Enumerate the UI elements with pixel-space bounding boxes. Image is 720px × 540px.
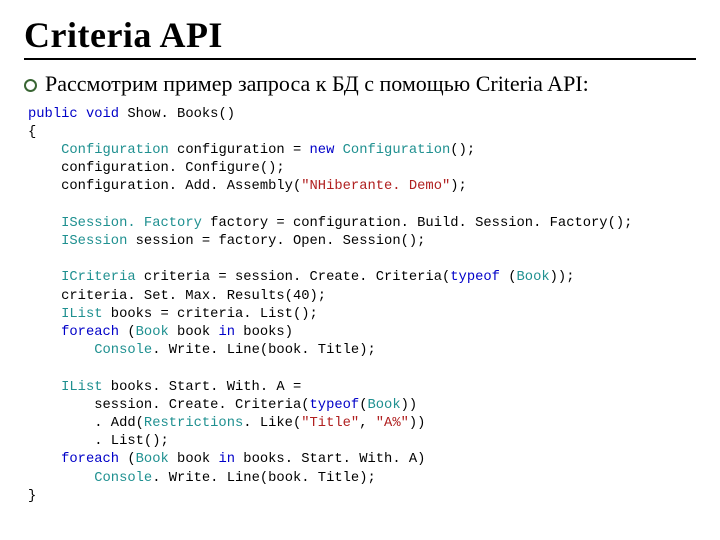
divider [24, 58, 696, 60]
txt: configuration = [169, 143, 310, 158]
txt: (); [450, 143, 475, 158]
type-book2: Book [136, 325, 169, 340]
slide: Criteria API Рассмотрим пример запроса к… [0, 0, 720, 524]
txt: books. Start. With. A) [235, 452, 425, 467]
txt: )) [409, 416, 426, 431]
txt: books. Start. With. A = [103, 380, 302, 395]
txt: ( [119, 325, 136, 340]
type-cfg2: Configuration [343, 143, 451, 158]
kw-foreach2: foreach [61, 452, 119, 467]
txt: configuration. Add. Assembly( [28, 179, 301, 194]
txt: criteria. Set. Max. Results(40); [28, 289, 326, 304]
txt: ); [450, 179, 467, 194]
txt: ( [500, 270, 517, 285]
code-block: public void Show. Books() { Configuratio… [28, 106, 696, 506]
txt: book [169, 325, 219, 340]
type-console2: Console [94, 471, 152, 486]
str-pattern: "A%" [376, 416, 409, 431]
type-restrictions: Restrictions [144, 416, 243, 431]
txt: books = criteria. List(); [103, 307, 318, 322]
type-book3: Book [367, 398, 400, 413]
str-title: "Title" [301, 416, 359, 431]
type-book: Book [517, 270, 550, 285]
txt: . Write. Line(book. Title); [152, 471, 376, 486]
txt: ( [119, 452, 136, 467]
bullet-text: Рассмотрим пример запроса к БД с помощью… [45, 70, 589, 98]
kw-public: public [28, 107, 78, 122]
txt: books) [235, 325, 293, 340]
txt: factory = configuration. Build. Session.… [202, 216, 633, 231]
brace-close: } [28, 489, 36, 504]
kw-new: new [310, 143, 335, 158]
txt: , [359, 416, 376, 431]
bullet-icon [24, 79, 37, 92]
type-isf: ISession. Factory [61, 216, 202, 231]
txt: session = factory. Open. Session(); [127, 234, 425, 249]
kw-in2: in [218, 452, 235, 467]
str-demo: "NHiberante. Demo" [301, 179, 450, 194]
txt: )); [550, 270, 575, 285]
bullet-row: Рассмотрим пример запроса к БД с помощью… [24, 70, 696, 98]
txt: criteria = session. Create. Criteria( [136, 270, 451, 285]
kw-in: in [218, 325, 235, 340]
kw-void: void [86, 107, 119, 122]
txt: . Like( [243, 416, 301, 431]
txt: session. Create. Criteria( [28, 398, 310, 413]
txt: )) [401, 398, 418, 413]
txt: . Write. Line(book. Title); [152, 343, 376, 358]
type-ilist: IList [61, 307, 102, 322]
txt: configuration. Configure(); [28, 161, 285, 176]
txt: . Add( [28, 416, 144, 431]
type-icriteria: ICriteria [61, 270, 136, 285]
kw-typeof: typeof [450, 270, 500, 285]
type-ilist2: IList [61, 380, 102, 395]
kw-typeof2: typeof [310, 398, 360, 413]
txt: . List(); [28, 434, 169, 449]
type-book4: Book [136, 452, 169, 467]
kw-foreach: foreach [61, 325, 119, 340]
fn-name: Show. Books() [119, 107, 235, 122]
txt: book [169, 452, 219, 467]
type-cfg: Configuration [61, 143, 169, 158]
page-title: Criteria API [24, 14, 696, 56]
type-console: Console [94, 343, 152, 358]
type-isession: ISession [61, 234, 127, 249]
brace-open: { [28, 125, 36, 140]
